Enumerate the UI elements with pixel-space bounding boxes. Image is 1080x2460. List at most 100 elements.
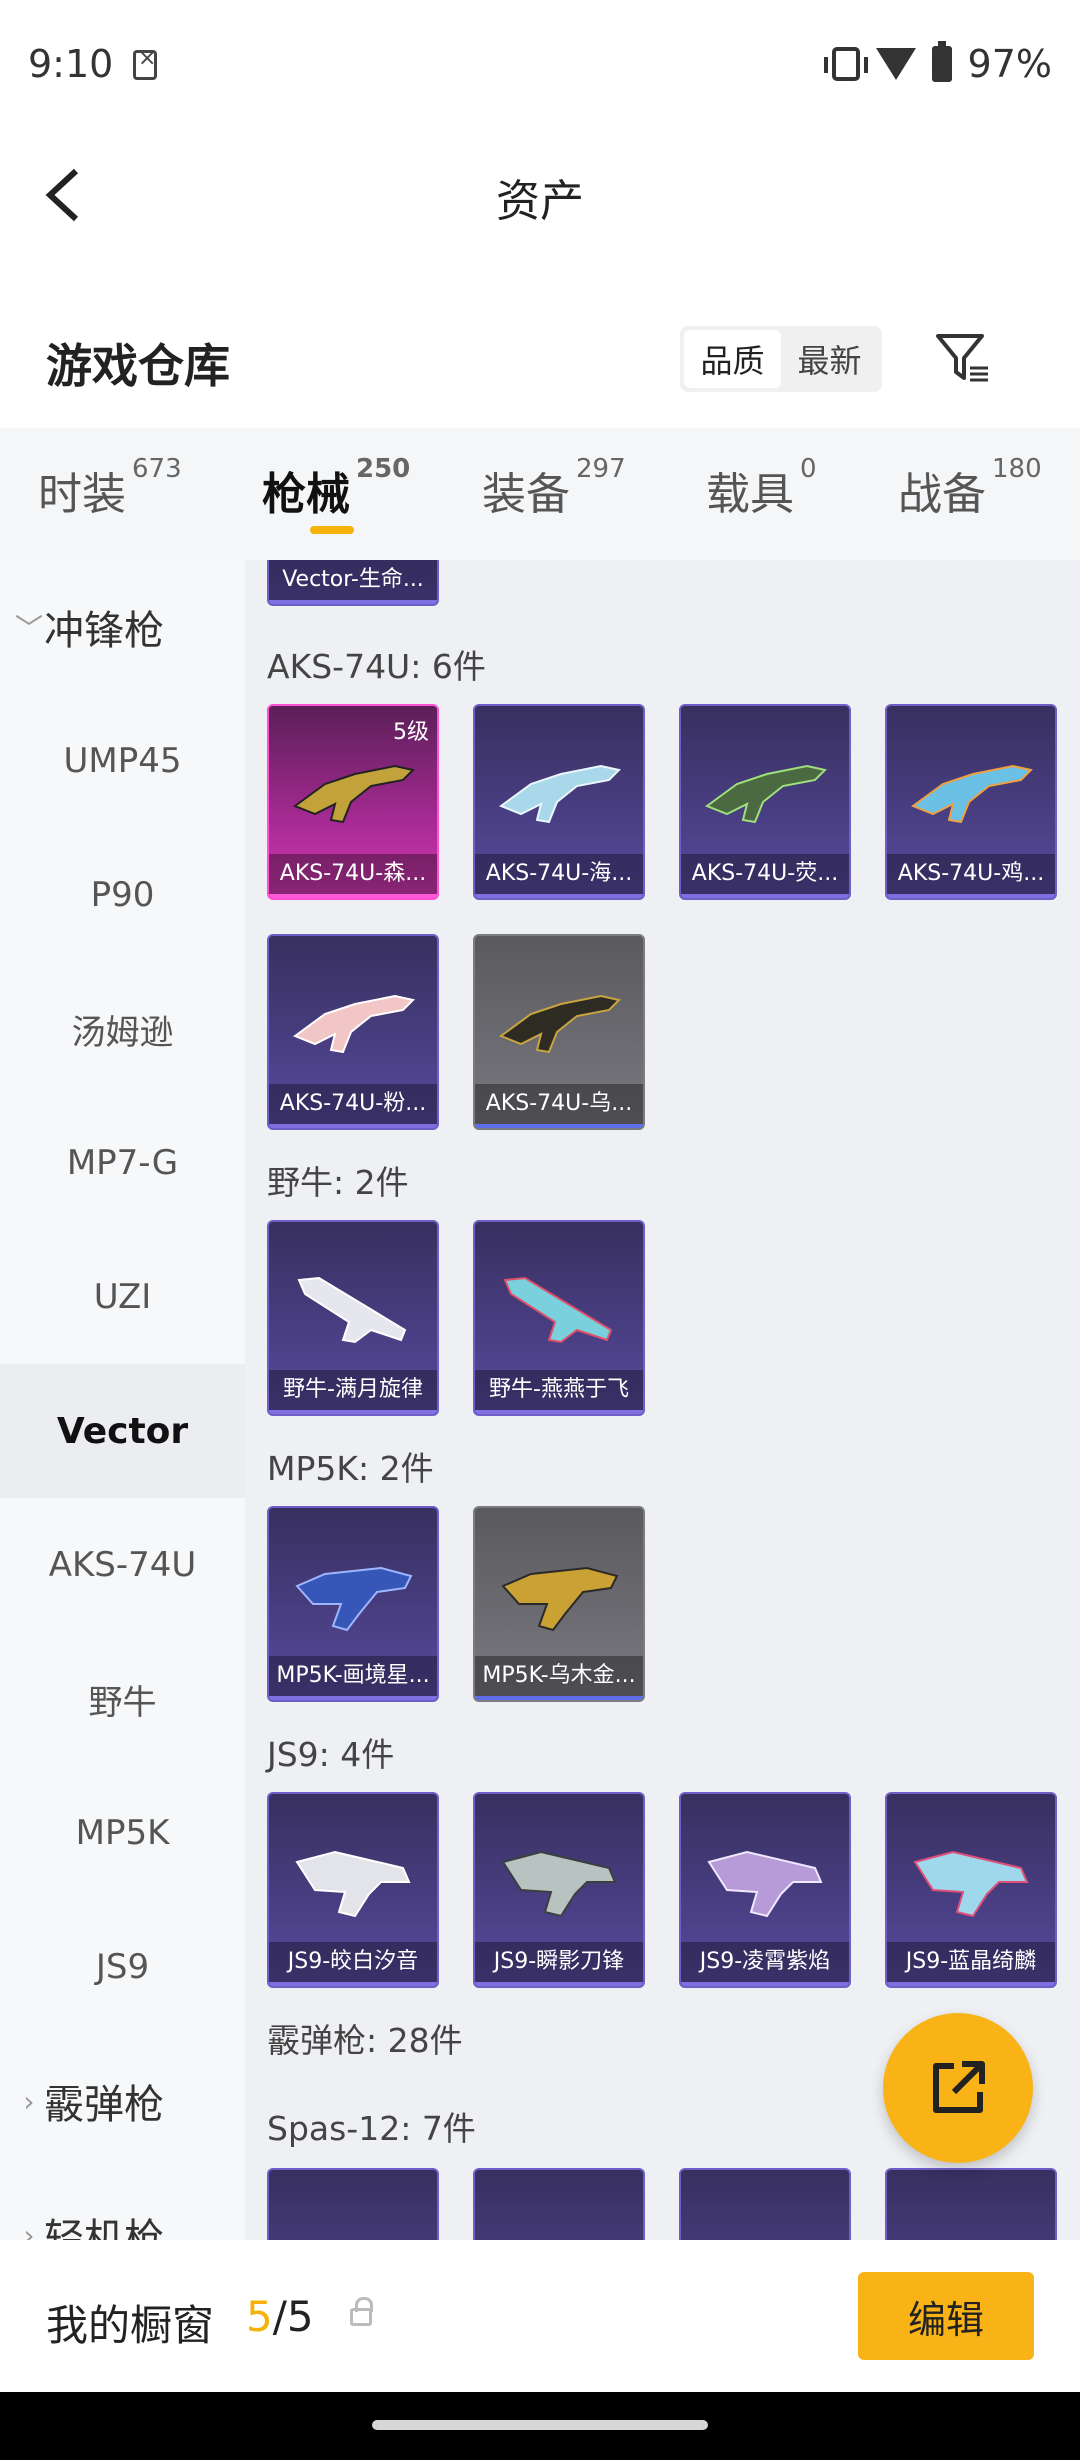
chevron-down-icon: ﹀ [14,612,43,645]
item-card-label: MP5K-画境星... [269,1656,437,1696]
rarity-bar [269,1410,437,1414]
sidebar-item-thompson[interactable]: 汤姆逊 [0,962,245,1096]
gun-icon [498,764,621,824]
rarity-bar [681,1982,849,1986]
tab-count: 180 [992,454,1042,484]
item-card[interactable]: MP5K-画境星... [267,1506,439,1702]
sidebar-group-label: 轻机枪 [44,2216,164,2240]
sidebar-group-shotgun[interactable]: › 霰弹枪 [0,2034,245,2168]
sidebar-group-lmg[interactable]: › 轻机枪 [0,2168,245,2240]
sidebar-item-bizon[interactable]: 野牛 [0,1632,245,1766]
item-card-label: MP5K-乌木金... [475,1656,643,1696]
section-heading: 野牛: 2件 [267,1163,409,1202]
sidebar-group-label: 冲锋枪 [44,608,164,654]
item-card-label: 野牛-满月旋律 [269,1370,437,1410]
rarity-bar [475,1124,643,1128]
wifi-icon [875,48,916,80]
item-card[interactable]: AKS-74U-乌... [473,934,645,1130]
home-gesture-pill[interactable] [372,2420,708,2430]
item-card[interactable]: 5级 AKS-74U-森... [267,704,439,900]
gun-icon [297,1276,407,1344]
section-heading-spas12: Spas-12: 7件 [267,2109,476,2148]
vibrate-icon [823,47,868,81]
tab-gear[interactable]: 战备 180 [898,454,1042,522]
item-card-label: AKS-74U-鸡... [887,854,1055,894]
system-nav-bar [0,2392,1080,2460]
item-card[interactable]: JS9-皎白汐音 [267,1792,439,1988]
item-card[interactable] [679,2168,851,2240]
item-card[interactable]: 野牛-满月旋律 [267,1220,439,1416]
category-tabs: 时装 673 枪械 250 装备 297 载具 0 战备 180 [0,428,1080,560]
rarity-bar [475,1982,643,1986]
tab-count: 250 [356,454,411,484]
item-card[interactable] [473,2168,645,2240]
item-card-label: 野牛-燕燕于飞 [475,1370,643,1410]
sidebar-item-mp7g[interactable]: MP7-G [0,1096,245,1230]
item-card-vector[interactable]: Vector-生命... [267,560,439,606]
sidebar-item-vector[interactable]: Vector [0,1364,245,1498]
item-card[interactable] [885,2168,1057,2240]
rarity-bar [475,1696,643,1700]
status-bar: 9:10 97% [0,0,1080,135]
item-card[interactable]: JS9-蓝晶绮麟 [885,1792,1057,1988]
item-card[interactable] [267,2168,439,2240]
item-card[interactable]: AKS-74U-鸡... [885,704,1057,900]
tab-fashion[interactable]: 时装 673 [38,454,182,522]
tab-equipment[interactable]: 装备 297 [482,454,626,522]
gun-icon [913,1850,1029,1918]
share-button[interactable] [883,2013,1033,2163]
edit-button[interactable]: 编辑 [858,2272,1034,2360]
sidebar-item-ump45[interactable]: UMP45 [0,694,245,828]
rarity-bar [269,1982,437,1986]
status-time: 9:10 [28,42,114,86]
sidebar-item-uzi[interactable]: UZI [0,1230,245,1364]
status-right: 97% [823,41,1052,86]
active-tab-indicator [310,526,354,534]
lock-icon [350,2297,373,2326]
sidebar: ﹀ 冲锋枪 UMP45 P90 汤姆逊 MP7-G UZI Vector AKS… [0,560,245,2240]
sidebar-item-aks74u[interactable]: AKS-74U [0,1498,245,1632]
gun-icon [295,1850,411,1918]
showcase-count: 5/5 [246,2292,314,2341]
rarity-bar [269,894,437,898]
item-card[interactable]: JS9-凌霄紫焰 [679,1792,851,1988]
sort-latest-button[interactable]: 最新 [781,330,878,388]
item-card[interactable]: 野牛-燕燕于飞 [473,1220,645,1416]
sidebar-item-js9[interactable]: JS9 [0,1900,245,2034]
item-card[interactable]: AKS-74U-海... [473,704,645,900]
filter-icon[interactable] [932,328,992,388]
gun-icon [707,1850,823,1918]
gun-icon [295,1566,413,1632]
item-card-label: AKS-74U-森... [269,854,437,894]
rarity-bar [269,600,437,604]
showcase-current: 5 [246,2292,273,2341]
tab-count: 673 [132,454,182,484]
tab-guns[interactable]: 枪械 250 [262,454,410,522]
sort-quality-button[interactable]: 品质 [684,330,781,388]
sidebar-item-mp5k[interactable]: MP5K [0,1766,245,1900]
share-icon [933,2061,985,2113]
showcase-label: 我的橱窗 [46,2301,215,2350]
item-card-label: AKS-74U-乌... [475,1084,643,1124]
sidebar-group-smg[interactable]: ﹀ 冲锋枪 [0,560,245,694]
rarity-bar [269,1696,437,1700]
tab-count: 0 [800,454,817,484]
chevron-right-icon: › [23,2084,35,2118]
item-card[interactable]: AKS-74U-粉... [267,934,439,1130]
showcase-total: /5 [272,2292,314,2341]
tab-vehicles[interactable]: 载具 0 [706,454,817,522]
item-card-label: Vector-生命... [269,560,437,600]
gun-icon [501,1566,619,1632]
gun-icon [910,764,1033,824]
sidebar-item-p90[interactable]: P90 [0,828,245,962]
rarity-bar [887,1982,1055,1986]
item-card[interactable]: AKS-74U-荧... [679,704,851,900]
rarity-bar [475,894,643,898]
item-card[interactable]: MP5K-乌木金... [473,1506,645,1702]
gun-icon [292,994,415,1054]
item-card[interactable]: JS9-瞬影刀锋 [473,1792,645,1988]
gun-icon [498,994,621,1054]
gun-icon [292,764,415,824]
tab-label: 装备 [482,469,570,520]
rarity-bar [681,894,849,898]
